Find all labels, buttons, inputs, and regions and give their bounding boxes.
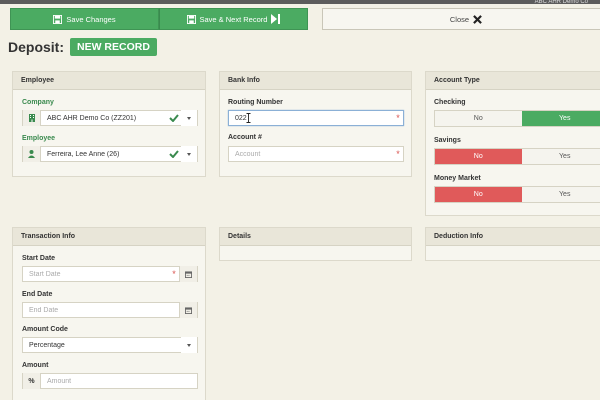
person-icon (23, 146, 41, 162)
checking-label: Checking (434, 99, 466, 106)
savings-label: Savings (434, 137, 461, 144)
calendar-icon (185, 270, 192, 278)
page-title-text: Deposit: (8, 39, 64, 55)
bank-info-panel-header: Bank Info (220, 72, 411, 90)
routing-number-label: Routing Number (228, 99, 283, 106)
end-date-placeholder: End Date (29, 306, 59, 314)
money-market-label: Money Market (434, 175, 481, 182)
transaction-info-panel-header: Transaction Info (13, 228, 205, 246)
money-market-no-option[interactable]: No (435, 187, 522, 202)
chevron-down-icon (187, 152, 191, 156)
save-next-record-button[interactable]: Save & Next Record (158, 8, 308, 30)
required-icon: * (396, 113, 400, 123)
amount-code-label: Amount Code (22, 326, 68, 333)
account-type-panel: Account Type Checking No Yes Savings No … (425, 71, 600, 216)
start-date-placeholder: Start Date (29, 270, 61, 278)
company-name-header: ABC AHR Demo Co (534, 0, 588, 5)
checkmark-icon (167, 114, 181, 122)
save-changes-label: Save Changes (66, 14, 116, 24)
checking-no-option[interactable]: No (435, 111, 522, 126)
account-type-panel-header: Account Type (426, 72, 600, 90)
text-cursor-icon (246, 113, 251, 125)
amount-code-dropdown-toggle[interactable] (181, 337, 197, 353)
employee-panel: Employee Company ABC AHR Demo Co (ZZ201)… (12, 71, 206, 177)
employee-dropdown-toggle[interactable] (181, 146, 197, 162)
end-date-input[interactable]: End Date (22, 302, 198, 318)
save-next-record-label: Save & Next Record (199, 14, 268, 24)
amount-placeholder: Amount (47, 377, 72, 385)
employee-panel-header: Employee (13, 72, 205, 90)
account-number-placeholder: Account (235, 150, 261, 158)
close-label: Close (449, 14, 470, 24)
skip-next-icon (271, 14, 281, 24)
save-icon (186, 14, 196, 24)
start-date-label: Start Date (22, 255, 56, 262)
chevron-down-icon (187, 116, 191, 120)
close-icon (473, 14, 482, 24)
end-date-label: End Date (22, 291, 53, 298)
checkmark-icon (167, 150, 181, 158)
money-market-toggle[interactable]: No Yes (434, 186, 600, 203)
save-icon (53, 14, 63, 24)
start-date-input[interactable]: Start Date * (22, 266, 198, 282)
calendar-icon (185, 306, 192, 314)
amount-label: Amount (22, 362, 49, 369)
checking-toggle[interactable]: No Yes (434, 110, 600, 127)
money-market-yes-option[interactable]: Yes (521, 187, 600, 202)
toolbar: Save Changes Save & Next Record Close (10, 8, 600, 30)
amount-code-select[interactable]: Percentage (22, 337, 198, 353)
deduction-info-panel-header: Deduction Info (426, 228, 600, 246)
deduction-info-panel: Deduction Info (425, 227, 600, 261)
company-dropdown-toggle[interactable] (181, 110, 197, 126)
savings-no-option[interactable]: No (435, 149, 522, 164)
chevron-down-icon (187, 343, 191, 347)
close-button[interactable]: Close (321, 8, 600, 30)
start-date-calendar-button[interactable] (179, 266, 197, 282)
required-icon: * (396, 149, 400, 159)
details-panel-header: Details (220, 228, 411, 246)
amount-code-value: Percentage (29, 341, 65, 349)
percent-prefix: % (23, 373, 41, 389)
savings-yes-option[interactable]: Yes (521, 149, 600, 164)
company-label: Company (22, 99, 54, 106)
new-record-badge: NEW RECORD (70, 38, 157, 56)
account-number-label: Account # (228, 134, 262, 141)
company-select[interactable]: ABC AHR Demo Co (ZZ201) (22, 110, 198, 126)
routing-number-input[interactable]: 022 * (228, 110, 404, 126)
employee-value: Ferreira, Lee Anne (26) (47, 150, 120, 158)
checking-yes-option[interactable]: Yes (521, 111, 600, 126)
required-icon: * (172, 269, 176, 279)
company-value: ABC AHR Demo Co (ZZ201) (47, 114, 137, 122)
routing-number-value: 022 (235, 114, 247, 122)
employee-select[interactable]: Ferreira, Lee Anne (26) (22, 146, 198, 162)
transaction-info-panel: Transaction Info Start Date Start Date *… (12, 227, 206, 400)
details-panel: Details (219, 227, 412, 261)
amount-input[interactable]: % Amount (22, 373, 198, 389)
employee-label: Employee (22, 135, 56, 142)
account-number-input[interactable]: Account * (228, 146, 404, 162)
top-bar (0, 0, 600, 4)
save-changes-button[interactable]: Save Changes (10, 8, 159, 30)
savings-toggle[interactable]: No Yes (434, 148, 600, 165)
end-date-calendar-button[interactable] (179, 302, 197, 318)
page-title: Deposit: NEW RECORD (8, 38, 157, 56)
building-icon (23, 110, 41, 126)
